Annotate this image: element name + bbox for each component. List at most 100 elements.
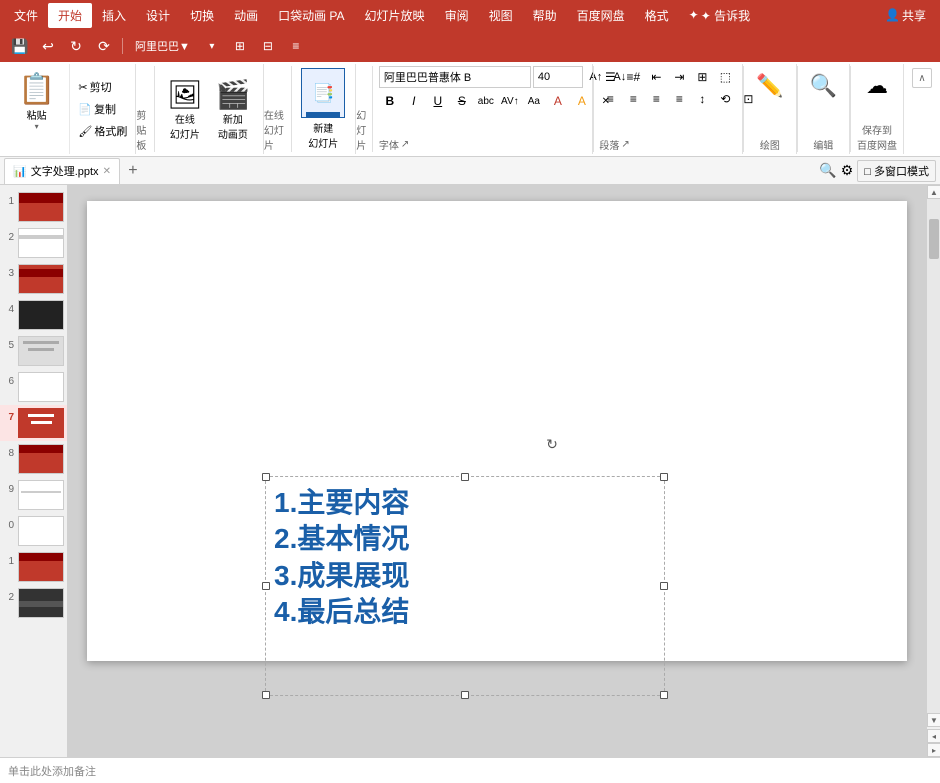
align-right-button[interactable]: ≡ (645, 88, 667, 110)
collapse-ribbon-button[interactable]: ∧ (912, 68, 932, 88)
file-tab-close[interactable]: ✕ (103, 166, 111, 177)
format-paint-button[interactable]: 🖌 格式刷 (74, 121, 131, 141)
qa-redo[interactable]: ↻ (64, 34, 88, 58)
menu-baidu[interactable]: 百度网盘 (567, 3, 635, 28)
menu-design[interactable]: 设计 (136, 3, 180, 28)
increase-indent-button[interactable]: ⇥ (668, 66, 690, 88)
handle-top-center[interactable] (461, 473, 469, 481)
scroll-prev-button[interactable]: ◂ (927, 729, 940, 743)
menu-help[interactable]: 帮助 (523, 3, 567, 28)
menu-file[interactable]: 文件 (4, 3, 48, 28)
handle-top-right[interactable] (660, 473, 668, 481)
online-slides-button[interactable]: 🖼 在线幻灯片 (161, 74, 209, 145)
slide-thumb-8[interactable]: 8 (0, 441, 67, 477)
slide-thumb-11[interactable]: 1 (0, 549, 67, 585)
slide-thumb-6[interactable]: 6 (0, 369, 67, 405)
slide-thumb-1[interactable]: 1 (0, 189, 67, 225)
highlight-button[interactable]: A (571, 90, 593, 112)
menu-pocket-animation[interactable]: 口袋动画 PA (268, 3, 354, 28)
slide-canvas[interactable]: ↻ 1.主要内容 2.基本情况 3.成果展现 4.最后总结 (87, 201, 907, 661)
slide-thumb-9[interactable]: 9 (0, 477, 67, 513)
search-tab-button[interactable]: 🔍 (819, 162, 836, 179)
line-spacing-button[interactable]: ↕ (691, 88, 713, 110)
font-color-button[interactable]: A (547, 90, 569, 112)
handle-bottom-left[interactable] (262, 691, 270, 699)
add-tab-button[interactable]: + (122, 160, 144, 182)
align-center-button[interactable]: ≡ (622, 88, 644, 110)
slide-thumb-4[interactable]: 4 (0, 297, 67, 333)
strikethrough-button[interactable]: S (451, 90, 473, 112)
slide-thumb-3[interactable]: 3 (0, 261, 67, 297)
new-animation-button[interactable]: 🎬 新加动画页 (209, 74, 257, 145)
bullet-list-button[interactable]: ☰ (599, 66, 621, 88)
scrollbar-track[interactable] (927, 199, 940, 713)
save-cloud-button[interactable]: ☁ (857, 66, 897, 106)
handle-middle-left[interactable] (262, 582, 270, 590)
slide-thumb-12[interactable]: 2 (0, 585, 67, 621)
drawing-button[interactable]: ✏️ (750, 66, 790, 106)
qa-undo[interactable]: ↩ (36, 34, 60, 58)
scrollbar-up-button[interactable]: ▲ (927, 185, 940, 199)
text-line-2: 2.基本情况 (274, 521, 656, 557)
smart-art-button[interactable]: ⬚ (714, 66, 736, 88)
canvas-area[interactable]: ↻ 1.主要内容 2.基本情况 3.成果展现 4.最后总结 (68, 185, 926, 757)
underline-button[interactable]: U (427, 90, 449, 112)
menu-transition[interactable]: 切换 (180, 3, 224, 28)
text-box[interactable]: 1.主要内容 2.基本情况 3.成果展现 4.最后总结 (265, 476, 665, 696)
text-direction-button[interactable]: ⟲ (714, 88, 736, 110)
menu-home[interactable]: 开始 (48, 3, 92, 28)
para-group-label: 段落 (599, 137, 619, 152)
new-slide-button[interactable]: 📑 新建幻灯片 (297, 66, 349, 152)
font-name-input[interactable] (379, 66, 531, 88)
scrollbar-thumb[interactable] (929, 219, 939, 259)
handle-top-left[interactable] (262, 473, 270, 481)
qa-icons3[interactable]: ≡ (284, 34, 308, 58)
paste-dropdown[interactable]: ▾ (35, 122, 39, 131)
case-button[interactable]: Aa (523, 90, 545, 112)
slide-thumb-10[interactable]: 0 (0, 513, 67, 549)
qa-icons2[interactable]: ⊟ (256, 34, 280, 58)
handle-bottom-center[interactable] (461, 691, 469, 699)
font-size-input[interactable] (533, 66, 583, 88)
menu-share[interactable]: 👤 共享 (875, 3, 936, 28)
menu-view[interactable]: 视图 (479, 3, 523, 28)
multiwindow-button[interactable]: □ 多窗口模式 (857, 160, 936, 182)
menu-review[interactable]: 审阅 (435, 3, 479, 28)
slide-thumb-5[interactable]: 5 (0, 333, 67, 369)
scroll-next-button[interactable]: ▸ (927, 743, 940, 757)
qa-more[interactable]: ▾ (200, 34, 224, 58)
char-spacing-button[interactable]: AV↑ (499, 90, 521, 112)
qa-icons1[interactable]: ⊞ (228, 34, 252, 58)
paste-button[interactable]: 📋 粘贴 ▾ (10, 68, 63, 150)
qa-save[interactable]: 💾 (8, 34, 32, 58)
align-justify-button[interactable]: ≡ (668, 88, 690, 110)
rotate-handle[interactable]: ↻ (546, 436, 558, 453)
edit-button[interactable]: 🔍 (803, 66, 843, 106)
handle-middle-right[interactable] (660, 582, 668, 590)
slide-panel[interactable]: 1 2 3 4 5 (0, 185, 68, 757)
numbered-list-button[interactable]: ≡# (622, 66, 644, 88)
text-shadow-button[interactable]: abc (475, 90, 497, 112)
italic-button[interactable]: I (403, 90, 425, 112)
slide-thumb-7[interactable]: 7 (0, 405, 67, 441)
bold-button[interactable]: B (379, 90, 401, 112)
slide-thumb-2[interactable]: 2 (0, 225, 67, 261)
menu-tell-me[interactable]: ✦ ✦ 告诉我 (679, 3, 760, 28)
menu-format[interactable]: 格式 (635, 3, 679, 28)
columns-button[interactable]: ⊞ (691, 66, 713, 88)
para-group-expand[interactable]: ↗ (621, 139, 629, 150)
settings-tab-button[interactable]: ⚙ (841, 162, 854, 179)
scrollbar-down-button[interactable]: ▼ (927, 713, 940, 727)
align-left-button[interactable]: ≡ (599, 88, 621, 110)
copy-button[interactable]: 📄 复制 (74, 99, 131, 119)
handle-bottom-right[interactable] (660, 691, 668, 699)
menu-animation[interactable]: 动画 (224, 3, 268, 28)
qa-custom-label[interactable]: 阿里巴巴▼ (129, 34, 196, 58)
file-tab-1[interactable]: 📊 文字处理.pptx ✕ (4, 158, 120, 184)
menu-insert[interactable]: 插入 (92, 3, 136, 28)
qa-refresh[interactable]: ⟳ (92, 34, 116, 58)
cut-button[interactable]: ✂ 剪切 (74, 77, 131, 97)
menu-slideshow[interactable]: 幻灯片放映 (355, 3, 435, 28)
font-group-expand[interactable]: ↗ (401, 139, 409, 150)
decrease-indent-button[interactable]: ⇤ (645, 66, 667, 88)
